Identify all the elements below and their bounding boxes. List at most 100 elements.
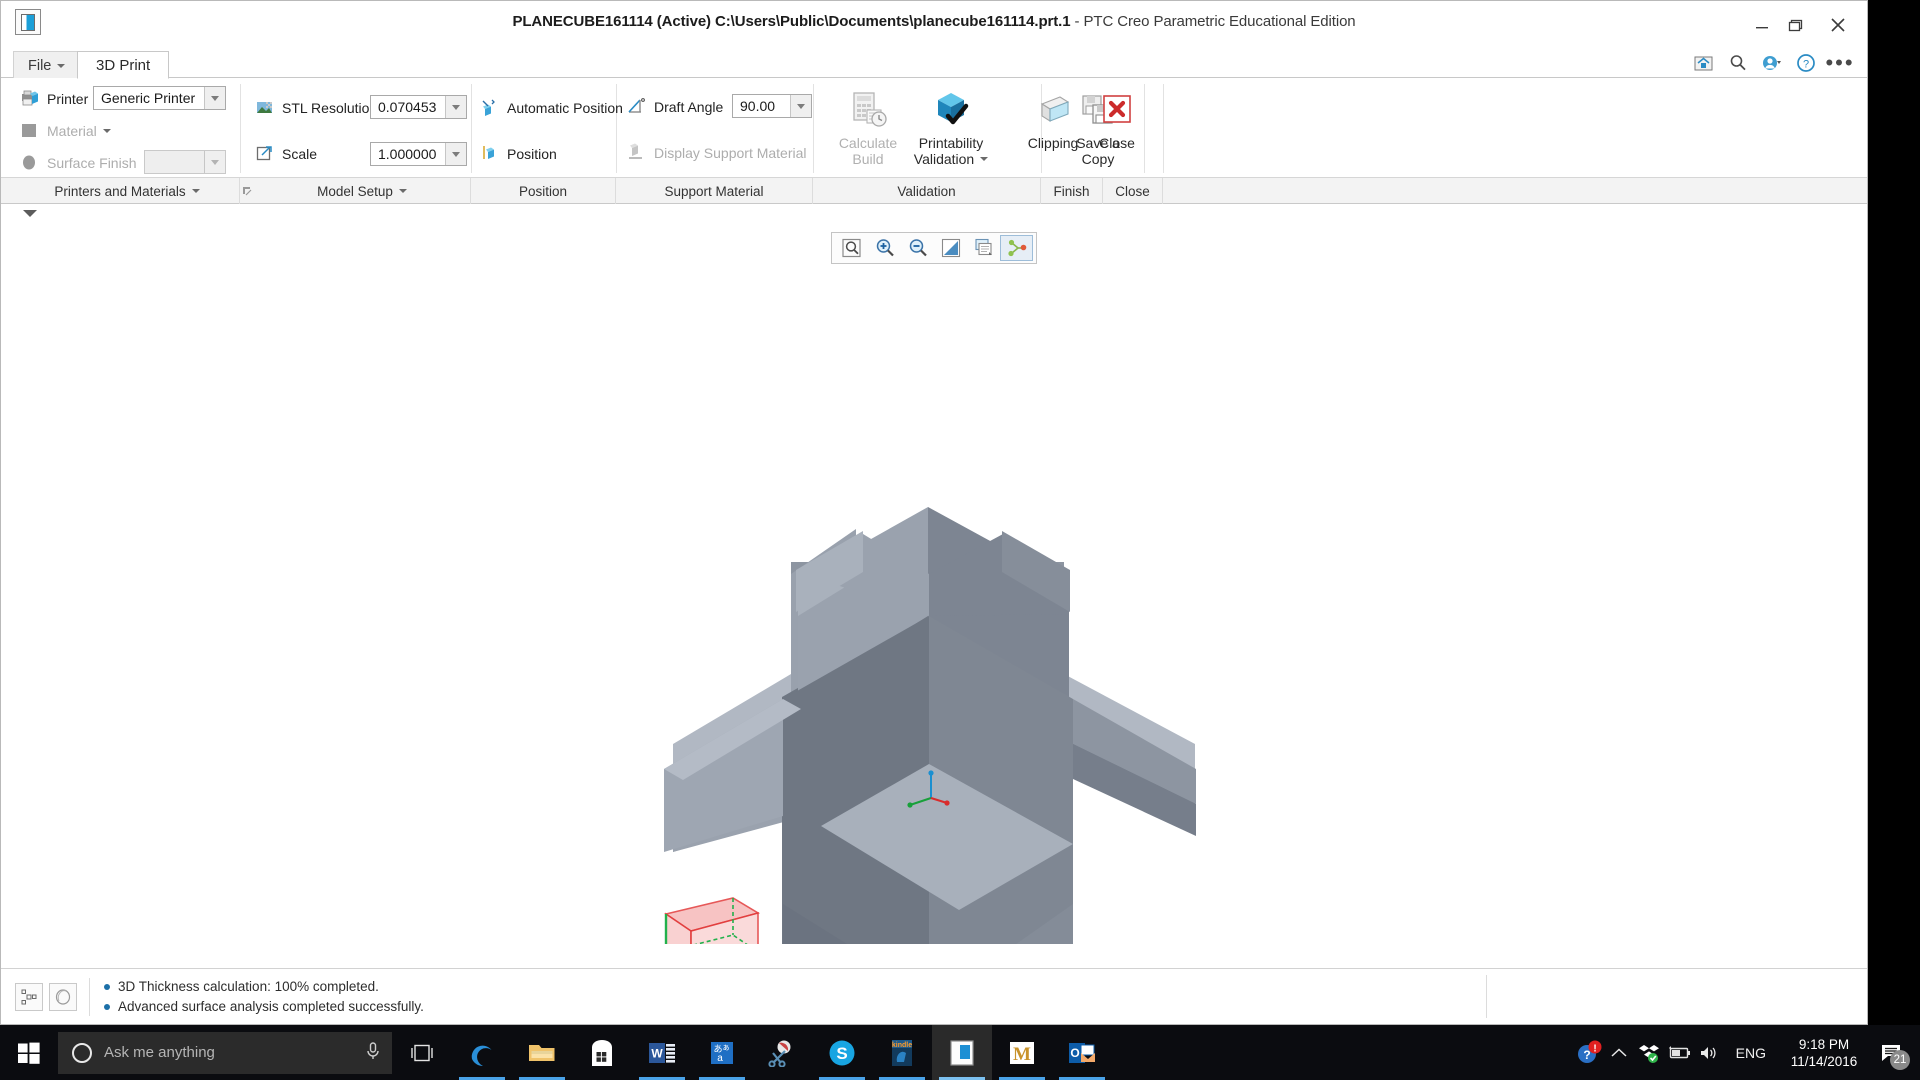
battery-charging-icon[interactable] [1664, 1025, 1694, 1080]
material-row[interactable]: Material [19, 120, 111, 141]
caption-text: Position [518, 183, 568, 199]
search-input[interactable]: Ask me anything [58, 1031, 392, 1074]
stl-resolution-input[interactable]: 0.070453 [370, 95, 467, 119]
taskbar-app-word[interactable]: W [632, 1025, 692, 1080]
chevron-down-icon[interactable] [204, 151, 225, 173]
taskbar-app-snipping-tool[interactable] [752, 1025, 812, 1080]
tab-file[interactable]: File [13, 51, 81, 79]
position-button[interactable]: Position [479, 143, 557, 164]
windows-taskbar: Ask me anything W あ ぁ a S kindle M O ? !… [0, 1025, 1920, 1080]
chevron-down-icon [398, 189, 407, 193]
graphics-viewport[interactable] [1, 204, 1867, 944]
status-bar: 3D Thickness calculation: 100% completed… [1, 968, 1867, 1024]
title-suffix: - PTC Creo Parametric Educational Editio… [1070, 13, 1356, 30]
group-caption-support-material: Support Material [616, 178, 813, 204]
draft-angle-row: Draft Angle [626, 96, 723, 117]
planecube-3d-model[interactable] [1, 204, 1867, 944]
group-divider [471, 84, 472, 173]
taskbar-app-microsoft-store[interactable] [572, 1025, 632, 1080]
scale-label: Scale [282, 145, 318, 162]
scale-input[interactable]: 1.000000 [370, 142, 467, 166]
maximize-icon[interactable] [1785, 15, 1807, 35]
caption-text: Finish [1053, 183, 1090, 199]
printability-validation-button[interactable]: Printability Validation [897, 84, 1005, 168]
chevron-down-icon[interactable] [204, 87, 225, 109]
title-bar: PLANECUBE161114 (Active) C:\Users\Public… [1, 1, 1867, 49]
close-button-label: Close [1099, 135, 1135, 151]
surface-finish-select[interactable] [144, 150, 226, 174]
svg-text:O: O [1070, 1046, 1079, 1060]
caption-text: Validation [897, 183, 956, 199]
surface-finish-label: Surface Finish [47, 154, 137, 171]
status-divider [89, 977, 90, 1016]
printer-select[interactable]: Generic Printer [93, 86, 226, 110]
printer-label: Printer [47, 90, 89, 107]
dialog-launcher-printers-and-materials[interactable] [240, 178, 254, 204]
search-icon[interactable] [1727, 52, 1749, 74]
material-label: Material [47, 122, 97, 139]
system-tray: ? ! ENG 9:18 PM 11/14/2016 21 [1574, 1025, 1920, 1080]
chevron-down-icon[interactable] [445, 96, 466, 118]
caption-text: Support Material [664, 183, 764, 199]
ribbon-tab-row: File 3D Print ? ••• [1, 49, 1867, 79]
close-button[interactable]: Close [1074, 84, 1160, 168]
svg-text:?: ? [1803, 59, 1809, 71]
taskbar-app-mathcad[interactable]: M [992, 1025, 1052, 1080]
home-window-icon[interactable] [1693, 52, 1715, 74]
calculate-build-line2: Build [852, 151, 884, 167]
tab-3d-print[interactable]: 3D Print [77, 51, 170, 79]
bullet-icon [104, 983, 110, 990]
draft-angle-input[interactable]: 90.00 [732, 94, 812, 118]
close-icon[interactable] [1827, 15, 1849, 35]
action-center-icon[interactable]: 21 [1870, 1025, 1914, 1080]
group-divider [240, 84, 241, 173]
group-caption-finish: Finish [1041, 178, 1103, 204]
windows-start-icon[interactable] [0, 1025, 58, 1080]
position-label: Position [507, 145, 557, 162]
user-status-icon[interactable] [1761, 52, 1783, 74]
display-support-icon [626, 142, 647, 163]
taskbar-app-file-explorer[interactable] [512, 1025, 572, 1080]
chevron-down-icon[interactable] [790, 95, 811, 117]
taskbar-app-skype[interactable]: S [812, 1025, 872, 1080]
taskbar-app-outlook[interactable]: O [1052, 1025, 1112, 1080]
more-options-icon[interactable]: ••• [1825, 52, 1852, 74]
tray-time: 9:18 PM [1798, 1036, 1850, 1052]
tray-clock[interactable]: 9:18 PM 11/14/2016 [1778, 1036, 1870, 1070]
appearance-icon[interactable] [49, 982, 77, 1011]
volume-icon[interactable] [1694, 1025, 1724, 1080]
surface-finish-row: Surface Finish [19, 152, 136, 173]
svg-text:M: M [1013, 1044, 1031, 1065]
display-support-material-button[interactable]: Display Support Material [626, 142, 807, 163]
svg-text:S: S [836, 1044, 847, 1063]
dropbox-icon[interactable] [1634, 1025, 1664, 1080]
microphone-icon[interactable] [364, 1041, 382, 1065]
calculate-build-line1: Calculate [838, 135, 898, 151]
taskbar-app-edge[interactable] [452, 1025, 512, 1080]
help-icon[interactable]: ? [1795, 52, 1817, 74]
group-caption-model-setup[interactable]: Model Setup [254, 178, 471, 204]
help-alert-icon[interactable]: ? ! [1574, 1025, 1604, 1080]
taskbar-app-kindle[interactable]: kindle [872, 1025, 932, 1080]
printability-line2: Validation [913, 151, 975, 167]
task-view-icon[interactable] [392, 1025, 452, 1080]
scale-row: Scale [254, 143, 317, 164]
printer-row: Printer [19, 88, 88, 109]
show-hidden-icons-icon[interactable] [1604, 1025, 1634, 1080]
taskbar-app-ime-language[interactable]: あ ぁ a [692, 1025, 752, 1080]
chevron-down-icon[interactable] [445, 143, 466, 165]
caption-text: Model Setup [317, 183, 393, 199]
page-title: PLANECUBE161114 (Active) C:\Users\Public… [1, 13, 1867, 30]
scale-icon [254, 143, 275, 164]
calculate-build-icon [847, 88, 889, 130]
automatic-position-button[interactable]: Automatic Position [479, 97, 623, 118]
tab-file-label: File [28, 57, 52, 74]
selection-filter-icon[interactable] [15, 982, 43, 1011]
taskbar-app-creo-parametric[interactable] [932, 1025, 992, 1080]
printability-line1: Printability [918, 135, 984, 151]
group-caption-printers-and-materials[interactable]: Printers and Materials [15, 178, 240, 204]
minimize-icon[interactable] [1751, 15, 1773, 35]
tray-language[interactable]: ENG [1724, 1045, 1778, 1061]
stl-resolution-label: STL Resolution [282, 99, 378, 116]
svg-text:kindle: kindle [892, 1042, 912, 1049]
